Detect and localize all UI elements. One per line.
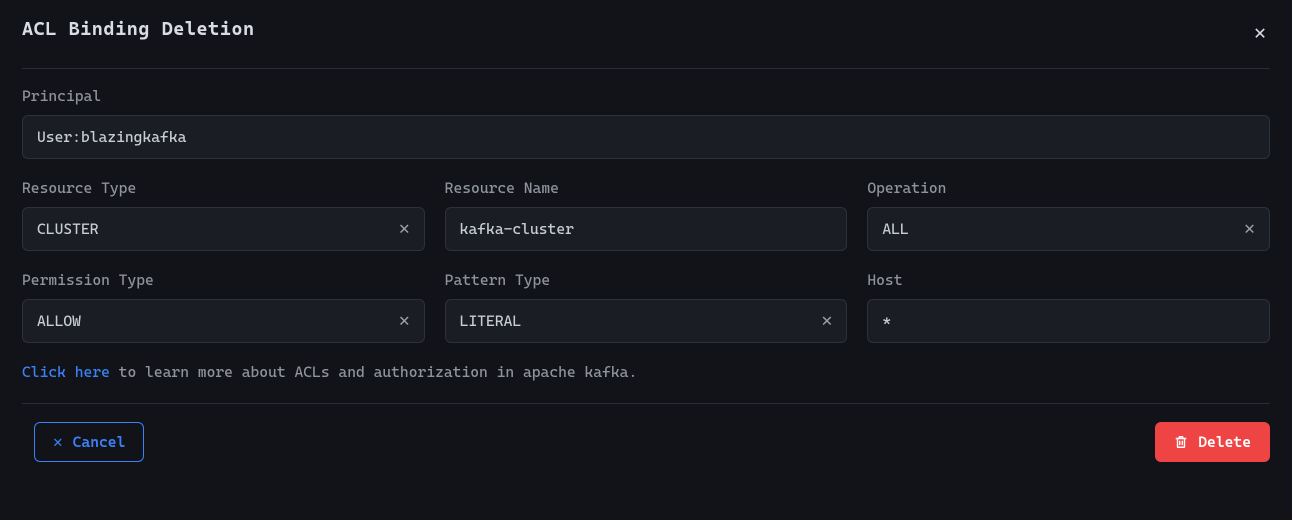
input-resource-name[interactable]: kafka-cluster <box>445 207 848 251</box>
divider <box>22 403 1270 404</box>
trash-icon <box>1174 435 1188 449</box>
field-pattern-type: Pattern Type LITERAL ✕ <box>445 271 848 343</box>
field-operation: Operation ALL ✕ <box>867 179 1270 251</box>
cancel-button-label: Cancel <box>73 433 126 451</box>
select-pattern-type[interactable]: LITERAL ✕ <box>445 299 848 343</box>
dialog-title: ACL Binding Deletion <box>22 18 255 40</box>
delete-button-label: Delete <box>1198 433 1251 451</box>
clear-icon[interactable]: ✕ <box>391 312 410 330</box>
close-icon: ✕ <box>53 434 63 450</box>
help-rest: to learn more about ACLs and authorizati… <box>110 363 637 381</box>
select-pattern-type-value: LITERAL <box>460 312 814 330</box>
close-icon[interactable]: ✕ <box>1250 18 1270 46</box>
dialog: ACL Binding Deletion ✕ Principal User:bl… <box>0 0 1292 480</box>
clear-icon[interactable]: ✕ <box>1236 220 1255 238</box>
delete-button[interactable]: Delete <box>1155 422 1270 462</box>
select-resource-type-value: CLUSTER <box>37 220 391 238</box>
clear-icon[interactable]: ✕ <box>391 220 410 238</box>
field-host: Host * <box>867 271 1270 343</box>
row-1: Resource Type CLUSTER ✕ Resource Name ka… <box>22 179 1270 251</box>
clear-icon[interactable]: ✕ <box>813 312 832 330</box>
label-resource-type: Resource Type <box>22 179 425 197</box>
select-operation-value: ALL <box>882 220 1236 238</box>
input-principal[interactable]: User:blazingkafka <box>22 115 1270 159</box>
label-principal: Principal <box>22 87 1270 105</box>
select-operation[interactable]: ALL ✕ <box>867 207 1270 251</box>
field-resource-type: Resource Type CLUSTER ✕ <box>22 179 425 251</box>
input-host-value: * <box>882 312 1255 330</box>
dialog-footer: ✕ Cancel Delete <box>22 422 1270 462</box>
dialog-header: ACL Binding Deletion ✕ <box>22 18 1270 69</box>
row-2: Permission Type ALLOW ✕ Pattern Type LIT… <box>22 271 1270 343</box>
label-permission-type: Permission Type <box>22 271 425 289</box>
help-link[interactable]: Click here <box>22 363 110 381</box>
field-permission-type: Permission Type ALLOW ✕ <box>22 271 425 343</box>
cancel-button[interactable]: ✕ Cancel <box>34 422 144 462</box>
select-resource-type[interactable]: CLUSTER ✕ <box>22 207 425 251</box>
input-principal-value: User:blazingkafka <box>37 128 1255 146</box>
help-text: Click here to learn more about ACLs and … <box>22 363 1270 381</box>
label-operation: Operation <box>867 179 1270 197</box>
select-permission-type-value: ALLOW <box>37 312 391 330</box>
field-principal: Principal User:blazingkafka <box>22 87 1270 159</box>
label-resource-name: Resource Name <box>445 179 848 197</box>
label-pattern-type: Pattern Type <box>445 271 848 289</box>
select-permission-type[interactable]: ALLOW ✕ <box>22 299 425 343</box>
field-resource-name: Resource Name kafka-cluster <box>445 179 848 251</box>
input-host[interactable]: * <box>867 299 1270 343</box>
input-resource-name-value: kafka-cluster <box>460 220 833 238</box>
label-host: Host <box>867 271 1270 289</box>
